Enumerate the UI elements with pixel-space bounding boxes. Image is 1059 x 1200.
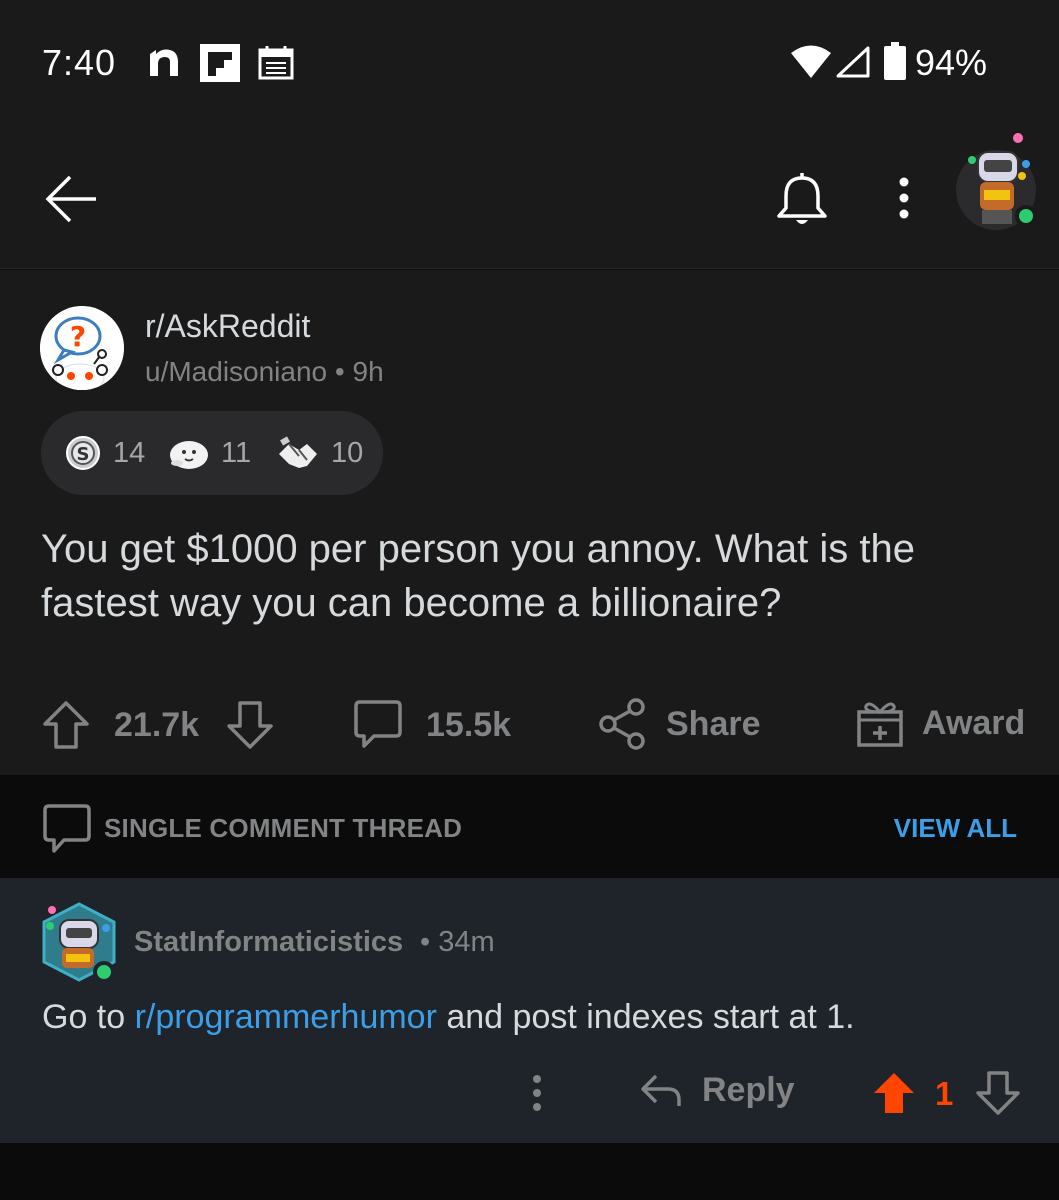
comment-author[interactable]: StatInformaticistics xyxy=(134,926,403,959)
gift-icon xyxy=(857,702,903,747)
comment-count[interactable]: 15.5k xyxy=(426,706,511,745)
reply-label: Reply xyxy=(702,1071,795,1109)
comment-author-avatar[interactable] xyxy=(38,900,120,984)
comment-score: 1 xyxy=(935,1075,954,1112)
comment-downvote-icon[interactable] xyxy=(976,1071,1020,1115)
subreddit-name[interactable]: r/AskReddit xyxy=(145,308,310,345)
share-label: Share xyxy=(666,704,761,743)
post-meta: u/Madisoniano • 9h xyxy=(145,356,384,388)
award-count: 14 xyxy=(113,436,146,469)
subreddit-link[interactable]: r/programmerhumor xyxy=(135,998,437,1036)
post-action-bar: 21.7k 15.5k Share Award xyxy=(0,690,1059,760)
post-time: 9h xyxy=(352,356,384,387)
share-icon xyxy=(599,698,645,750)
comment-more-icon[interactable] xyxy=(530,1073,544,1113)
award-silver: S 14 xyxy=(65,433,145,473)
meta-separator: • xyxy=(420,926,439,958)
share-button[interactable]: Share xyxy=(598,698,761,750)
n-icon xyxy=(150,49,178,76)
award-count: 11 xyxy=(221,436,252,469)
upvote-icon[interactable] xyxy=(42,700,90,750)
bell-icon[interactable] xyxy=(776,172,828,228)
flipboard-icon xyxy=(200,44,240,82)
meta-separator: • xyxy=(334,356,353,387)
comment-upvote-icon[interactable] xyxy=(872,1071,916,1115)
award-button[interactable]: Award xyxy=(856,698,1025,748)
post-author[interactable]: u/Madisoniano xyxy=(145,356,327,387)
calendar-icon xyxy=(258,46,294,80)
signal-icon xyxy=(836,46,870,78)
battery-percentage: 94% xyxy=(915,42,988,83)
post-card: ? r/AskReddit u/Madisoniano • 9h S 14 11… xyxy=(0,270,1059,775)
askreddit-logo-icon: ? xyxy=(40,306,124,390)
comment-action-bar: Reply 1 xyxy=(0,1063,1059,1123)
svg-text:S: S xyxy=(77,444,90,465)
battery-icon xyxy=(884,42,906,80)
reply-arrow-icon xyxy=(641,1074,681,1106)
award-count: 10 xyxy=(331,436,364,469)
vote-count: 21.7k xyxy=(114,706,200,744)
awards-pill[interactable]: S 14 11 10 xyxy=(41,411,383,495)
silver-award-icon: S xyxy=(66,436,100,470)
handshake-award-icon xyxy=(279,436,317,468)
downvote-icon[interactable] xyxy=(226,700,274,750)
back-arrow-icon[interactable] xyxy=(44,174,98,224)
comment-card: StatInformaticistics • 34m Go to r/progr… xyxy=(0,878,1059,1143)
wifi-icon xyxy=(791,45,831,78)
wholesome-seal-award-icon xyxy=(170,441,208,469)
comment-outline-icon xyxy=(43,804,91,853)
comment-body: Go to r/programmerhumor and post indexes… xyxy=(42,998,855,1037)
bottom-background xyxy=(0,1143,1059,1200)
status-bar: 7:40 94% xyxy=(0,0,1059,128)
post-title[interactable]: You get $1000 per person you annoy. What… xyxy=(41,522,1031,630)
award-handshake: 10 xyxy=(277,433,363,473)
comment-icon[interactable] xyxy=(352,698,404,750)
comment-text-prefix: Go to xyxy=(42,998,135,1036)
reply-button[interactable]: Reply xyxy=(640,1071,795,1110)
more-vertical-icon[interactable] xyxy=(896,176,912,220)
single-thread-banner: SINGLE COMMENT THREAD VIEW ALL xyxy=(0,775,1059,878)
status-time: 7:40 xyxy=(42,42,117,83)
award-label: Award xyxy=(922,703,1026,742)
view-all-button[interactable]: VIEW ALL xyxy=(894,813,1017,844)
comment-text-suffix: and post indexes start at 1. xyxy=(436,998,855,1036)
thread-label: SINGLE COMMENT THREAD xyxy=(104,813,463,843)
comment-meta: • 34m xyxy=(420,926,495,959)
svg-text:?: ? xyxy=(70,320,86,353)
user-avatar[interactable] xyxy=(952,130,1042,234)
award-wholesome-seal: 11 xyxy=(169,433,251,473)
subreddit-icon[interactable]: ? xyxy=(40,306,124,390)
app-header xyxy=(0,128,1059,269)
comment-time: 34m xyxy=(438,926,495,958)
